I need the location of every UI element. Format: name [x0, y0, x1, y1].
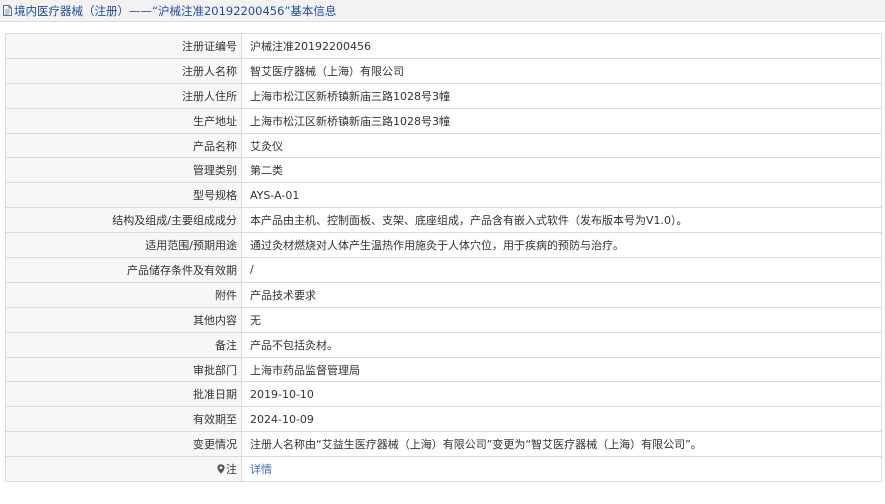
field-label: 型号规格: [5, 182, 242, 209]
field-label: 变更情况: [5, 431, 242, 458]
registration-info-table: 注册证编号 沪械注准20192200456 注册人名称 智艾医疗器械（上海）有限…: [5, 33, 882, 483]
field-label: 备注: [5, 331, 242, 358]
field-value: 第二类: [241, 157, 882, 184]
map-pin-icon: [217, 464, 225, 474]
table-row: 注册人住所 上海市松江区新桥镇新庙三路1028号3幢: [5, 82, 882, 109]
note-label-text: 注: [226, 463, 237, 477]
field-value: 艾灸仪: [241, 132, 882, 159]
field-value: 上海市松江区新桥镇新庙三路1028号3幢: [241, 107, 882, 134]
field-label: 注册人住所: [5, 82, 242, 109]
field-label: 产品名称: [5, 132, 242, 159]
note-value: 详情: [241, 456, 882, 483]
note-label: 注: [5, 456, 242, 483]
field-value: /: [241, 257, 882, 283]
table-row: 结构及组成/主要组成成分 本产品由主机、控制面板、支架、底座组成，产品含有嵌入式…: [5, 207, 882, 234]
table-row: 注册人名称 智艾医疗器械（上海）有限公司: [5, 57, 882, 84]
field-value: 产品技术要求: [241, 281, 882, 308]
field-label: 审批部门: [5, 356, 242, 383]
field-value: 本产品由主机、控制面板、支架、底座组成，产品含有嵌入式软件（发布版本号为V1.0…: [241, 207, 882, 234]
table-row: 其他内容 无: [5, 306, 882, 333]
page-title: 境内医疗器械（注册）——“沪械注准20192200456”基本信息: [14, 3, 337, 18]
document-icon: [3, 5, 12, 16]
field-label: 结构及组成/主要组成成分: [5, 207, 242, 234]
field-label: 附件: [5, 281, 242, 308]
table-row: 适用范围/预期用途 通过灸材燃烧对人体产生温热作用施灸于人体穴位，用于疾病的预防…: [5, 232, 882, 259]
field-label: 注册证编号: [5, 33, 242, 59]
table-row: 型号规格 AYS-A-01: [5, 182, 882, 209]
table-row: 产品名称 艾灸仪: [5, 132, 882, 159]
field-label: 其他内容: [5, 306, 242, 333]
table-row: 批准日期 2019-10-10: [5, 381, 882, 408]
field-value: 2024-10-09: [241, 406, 882, 433]
field-label: 产品储存条件及有效期: [5, 257, 242, 283]
field-label: 批准日期: [5, 381, 242, 408]
table-row: 产品储存条件及有效期 /: [5, 257, 882, 283]
field-value: 上海市松江区新桥镇新庙三路1028号3幢: [241, 82, 882, 109]
field-value: AYS-A-01: [241, 182, 882, 209]
table-row: 附件 产品技术要求: [5, 281, 882, 308]
field-value: 无: [241, 306, 882, 333]
field-label: 注册人名称: [5, 57, 242, 84]
field-label: 管理类别: [5, 157, 242, 184]
table-row: 管理类别 第二类: [5, 157, 882, 184]
field-label: 生产地址: [5, 107, 242, 134]
table-row: 审批部门 上海市药品监督管理局: [5, 356, 882, 383]
field-value: 2019-10-10: [241, 381, 882, 408]
note-row: 注 详情: [5, 456, 882, 483]
details-link[interactable]: 详情: [250, 463, 272, 476]
field-label: 有效期至: [5, 406, 242, 433]
field-value: 通过灸材燃烧对人体产生温热作用施灸于人体穴位，用于疾病的预防与治疗。: [241, 232, 882, 259]
field-value: 产品不包括灸材。: [241, 331, 882, 358]
field-value: 注册人名称由“艾益生医疗器械（上海）有限公司”变更为“智艾医疗器械（上海）有限公…: [241, 431, 882, 458]
table-row: 生产地址 上海市松江区新桥镇新庙三路1028号3幢: [5, 107, 882, 134]
field-label: 适用范围/预期用途: [5, 232, 242, 259]
table-row: 变更情况 注册人名称由“艾益生医疗器械（上海）有限公司”变更为“智艾医疗器械（上…: [5, 431, 882, 458]
table-row: 注册证编号 沪械注准20192200456: [5, 33, 882, 59]
table-row: 有效期至 2024-10-09: [5, 406, 882, 433]
table-row: 备注 产品不包括灸材。: [5, 331, 882, 358]
field-value: 智艾医疗器械（上海）有限公司: [241, 57, 882, 84]
field-value: 上海市药品监督管理局: [241, 356, 882, 383]
field-value: 沪械注准20192200456: [241, 33, 882, 59]
page-header: 境内医疗器械（注册）——“沪械注准20192200456”基本信息: [0, 0, 885, 22]
